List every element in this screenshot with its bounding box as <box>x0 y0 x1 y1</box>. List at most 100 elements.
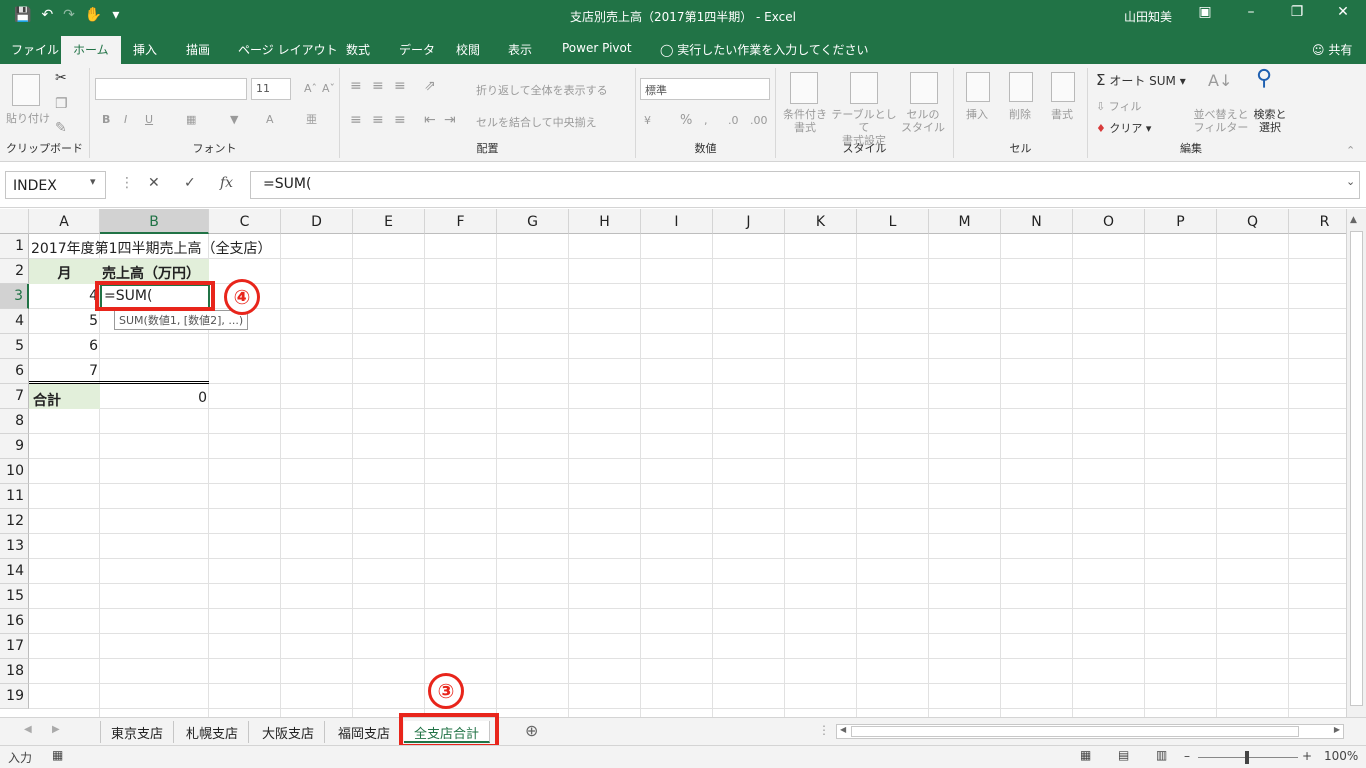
row-header-12[interactable]: 12 <box>0 509 29 534</box>
column-header-M[interactable]: M <box>929 209 1001 234</box>
format-as-table-icon[interactable] <box>850 72 878 104</box>
underline-button[interactable]: U <box>145 113 153 126</box>
zoom-slider-thumb[interactable] <box>1245 751 1249 764</box>
row-header-11[interactable]: 11 <box>0 484 29 509</box>
borders-icon[interactable]: ▦ <box>186 113 196 126</box>
column-header-C[interactable]: C <box>209 209 281 234</box>
column-header-J[interactable]: J <box>713 209 785 234</box>
column-header-B[interactable]: B <box>100 209 209 234</box>
scroll-left-icon[interactable]: ◀ <box>840 725 846 734</box>
align-middle-icon[interactable]: ≡ <box>372 79 384 93</box>
font-size-box[interactable]: 11 <box>251 78 291 100</box>
name-box-dropdown-icon[interactable]: ▾ <box>90 175 96 188</box>
cell-B7[interactable]: 0 <box>100 386 207 411</box>
select-all-corner[interactable] <box>0 209 29 234</box>
font-color-icon[interactable]: A <box>266 113 274 126</box>
cut-icon[interactable]: ✂ <box>55 71 67 85</box>
column-header-D[interactable]: D <box>281 209 353 234</box>
cell-styles-icon[interactable] <box>910 72 938 104</box>
page-layout-view-icon[interactable]: ▤ <box>1118 748 1129 762</box>
tab-formulas[interactable]: 数式 <box>346 41 370 58</box>
page-break-view-icon[interactable]: ▥ <box>1156 748 1167 762</box>
row-header-6[interactable]: 6 <box>0 359 29 384</box>
insert-function-icon[interactable]: fx <box>220 175 233 191</box>
row-header-5[interactable]: 5 <box>0 334 29 359</box>
tab-view[interactable]: 表示 <box>508 41 532 58</box>
tab-insert[interactable]: 挿入 <box>133 41 157 58</box>
delete-cells-button[interactable]: 削除 <box>1009 108 1031 121</box>
tab-splitter-icon[interactable]: ⋮ <box>818 723 830 737</box>
align-right-icon[interactable]: ≡ <box>394 113 406 127</box>
sort-filter-button[interactable]: 並べ替えと フィルター <box>1192 108 1250 134</box>
align-center-icon[interactable]: ≡ <box>372 113 384 127</box>
align-left-icon[interactable]: ≡ <box>350 113 362 127</box>
wrap-text-button[interactable]: 折り返して全体を表示する <box>476 84 608 97</box>
format-painter-icon[interactable]: ✎ <box>55 121 67 135</box>
tab-page-layout[interactable]: ページ レイアウト <box>238 41 338 58</box>
column-header-P[interactable]: P <box>1145 209 1217 234</box>
vertical-scrollbar[interactable]: ▲ <box>1346 209 1366 717</box>
row-header-16[interactable]: 16 <box>0 609 29 634</box>
tab-data[interactable]: データ <box>399 41 435 58</box>
search-icon[interactable]: ⚲ <box>1256 68 1272 90</box>
ribbon-display-icon[interactable]: ▣ <box>1182 4 1228 20</box>
zoom-out-icon[interactable]: – <box>1184 749 1190 763</box>
cell-A2[interactable]: 月 <box>29 259 100 284</box>
delete-cells-icon[interactable] <box>1009 72 1033 102</box>
tab-review[interactable]: 校閲 <box>456 41 480 58</box>
row-header-4[interactable]: 4 <box>0 309 29 334</box>
column-header-F[interactable]: F <box>425 209 497 234</box>
sort-filter-icon[interactable]: A↓ <box>1208 73 1232 89</box>
insert-cells-button[interactable]: 挿入 <box>966 108 988 121</box>
row-header-10[interactable]: 10 <box>0 459 29 484</box>
share-button[interactable]: ☺ 共有 <box>1312 41 1352 58</box>
increase-font-icon[interactable]: Aˆ <box>304 82 317 95</box>
sheet-tab-osaka[interactable]: 大阪支店 <box>252 721 326 743</box>
row-header-17[interactable]: 17 <box>0 634 29 659</box>
enter-icon[interactable]: ✓ <box>184 175 196 191</box>
row-header-13[interactable]: 13 <box>0 534 29 559</box>
font-name-box[interactable] <box>95 78 247 100</box>
macro-record-icon[interactable]: ▦ <box>52 748 63 762</box>
scroll-up-icon[interactable]: ▲ <box>1350 215 1357 225</box>
copy-icon[interactable]: ❐ <box>55 97 68 111</box>
paste-button[interactable]: 貼り付け <box>6 112 50 125</box>
comma-icon[interactable]: , <box>704 114 708 127</box>
indent-icon[interactable]: ⇤ <box>424 113 436 127</box>
tell-me-search[interactable]: ◯ 実行したい作業を入力してください <box>660 41 869 58</box>
formula-input[interactable]: =SUM( <box>250 171 1360 199</box>
decrease-decimal-icon[interactable]: .00 <box>750 114 768 127</box>
sheet-tab-sapporo[interactable]: 札幌支店 <box>176 721 250 743</box>
tab-power-pivot[interactable]: Power Pivot <box>562 41 632 55</box>
row-header-1[interactable]: 1 <box>0 234 29 259</box>
minimize-icon[interactable]: – <box>1228 4 1274 20</box>
zoom-level[interactable]: 100% <box>1324 749 1358 763</box>
bold-button[interactable]: B <box>102 113 110 126</box>
column-header-Q[interactable]: Q <box>1217 209 1289 234</box>
sheet-tab-tokyo[interactable]: 東京支店 <box>100 721 175 743</box>
increase-decimal-icon[interactable]: .0 <box>728 114 739 127</box>
number-format-box[interactable]: 標準 <box>640 78 770 100</box>
find-select-button[interactable]: 検索と 選択 <box>1250 108 1290 134</box>
paste-icon[interactable] <box>12 74 40 106</box>
horizontal-scrollbar[interactable]: ◀ ▶ <box>836 724 1344 739</box>
sheet-tab-fukuoka[interactable]: 福岡支店 <box>328 721 402 743</box>
row-header-18[interactable]: 18 <box>0 659 29 684</box>
cell-A6[interactable]: 7 <box>29 359 98 384</box>
currency-icon[interactable]: ¥ <box>644 114 651 127</box>
clear-button[interactable]: ♦ クリア ▾ <box>1096 122 1151 135</box>
italic-button[interactable]: I <box>124 113 127 126</box>
cell-styles-button[interactable]: セルの スタイル <box>898 108 948 134</box>
outdent-icon[interactable]: ⇥ <box>444 113 456 127</box>
autosum-button[interactable]: Σ オート SUM ▾ <box>1096 73 1186 88</box>
column-header-R[interactable]: R <box>1289 209 1346 234</box>
row-header-14[interactable]: 14 <box>0 559 29 584</box>
maximize-icon[interactable]: ❐ <box>1274 4 1320 20</box>
expand-formula-icon[interactable]: ⌄ <box>1346 175 1355 188</box>
align-top-icon[interactable]: ≡ <box>350 79 362 93</box>
format-cells-button[interactable]: 書式 <box>1051 108 1073 121</box>
row-header-8[interactable]: 8 <box>0 409 29 434</box>
column-header-G[interactable]: G <box>497 209 569 234</box>
prev-sheet-icon[interactable]: ◀ <box>24 724 32 735</box>
merge-center-button[interactable]: セルを結合して中央揃え <box>476 116 597 129</box>
